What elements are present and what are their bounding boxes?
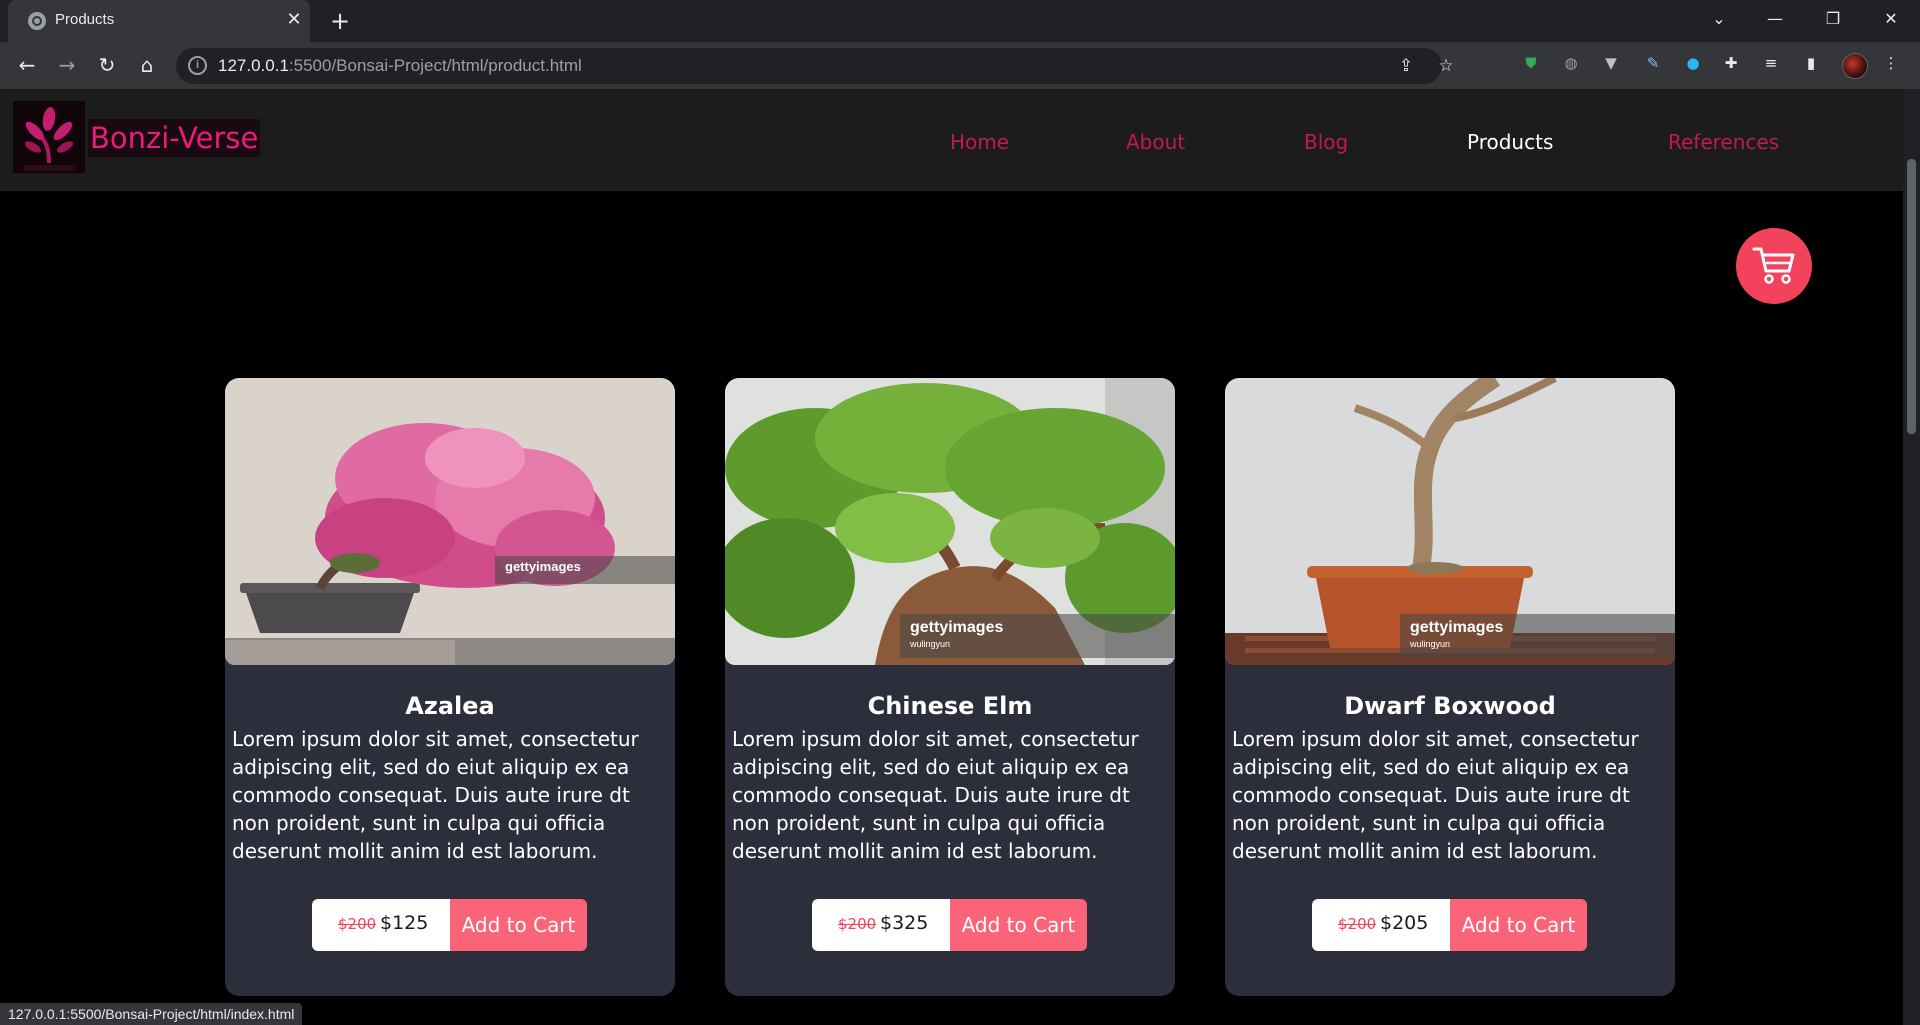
browser-toolbar: ← → ↻ ⌂ i 127.0.0.1:5500/Bonsai-Project/… bbox=[0, 42, 1920, 89]
shield-extension-icon[interactable]: ⛊ bbox=[1520, 54, 1542, 76]
product-image-azalea: gettyimages bbox=[225, 378, 675, 665]
page-viewport: Bonzi-Verse Home About Blog Products Ref… bbox=[0, 89, 1903, 1025]
browser-tabstrip: Products ✕ + ⌄ — ❐ ✕ bbox=[0, 0, 1920, 42]
globe-icon bbox=[28, 12, 46, 30]
product-card: gettyimages wulingyun Chinese Elm Lorem … bbox=[725, 378, 1175, 996]
share-icon[interactable]: ⇪ bbox=[1394, 54, 1418, 78]
close-window-button[interactable]: ✕ bbox=[1868, 0, 1914, 38]
address-bar[interactable]: i 127.0.0.1:5500/Bonsai-Project/html/pro… bbox=[176, 48, 1454, 84]
nav-about[interactable]: About bbox=[1126, 130, 1185, 154]
watermark: gettyimages bbox=[495, 556, 675, 584]
nav-blog[interactable]: Blog bbox=[1304, 130, 1348, 154]
status-bar-url: 127.0.0.1:5500/Bonsai-Project/html/index… bbox=[0, 1003, 303, 1025]
puzzle-extensions-icon[interactable]: ✚ bbox=[1720, 54, 1742, 76]
media-queue-icon[interactable]: ≡ bbox=[1760, 54, 1782, 76]
close-tab-icon[interactable]: ✕ bbox=[282, 8, 306, 32]
minimize-button[interactable]: — bbox=[1752, 0, 1798, 38]
add-to-cart-button[interactable]: Add to Cart bbox=[950, 899, 1087, 951]
shopping-cart-icon bbox=[1752, 247, 1795, 284]
product-image-dwarf-boxwood: gettyimages wulingyun bbox=[1225, 378, 1675, 665]
old-price: $200 bbox=[338, 915, 377, 933]
url-text[interactable]: 127.0.0.1:5500/Bonsai-Project/html/produ… bbox=[218, 56, 582, 76]
browser-tab[interactable]: Products ✕ bbox=[8, 0, 310, 42]
home-icon[interactable]: ⌂ bbox=[132, 50, 162, 80]
watermark: gettyimages wulingyun bbox=[1400, 614, 1675, 658]
old-price: $200 bbox=[1338, 915, 1377, 933]
nav-home[interactable]: Home bbox=[950, 130, 1009, 154]
bookmark-star-icon[interactable]: ☆ bbox=[1434, 54, 1458, 78]
eyedropper-extension-icon[interactable]: ✎ bbox=[1642, 54, 1664, 76]
cart-button[interactable] bbox=[1736, 228, 1812, 304]
product-description: Lorem ipsum dolor sit amet, consectetur … bbox=[232, 727, 639, 863]
price-box: $200 $125 bbox=[312, 899, 450, 951]
product-image-chinese-elm: gettyimages wulingyun bbox=[725, 378, 1175, 665]
droplet-extension-icon[interactable]: ● bbox=[1682, 54, 1704, 76]
globe-extension-icon[interactable]: ◍ bbox=[1560, 54, 1582, 76]
nav-references[interactable]: References bbox=[1668, 130, 1779, 154]
site-info-icon[interactable]: i bbox=[188, 56, 207, 75]
forward-icon[interactable]: → bbox=[52, 50, 82, 80]
menu-kebab-icon[interactable]: ⋮ bbox=[1880, 54, 1902, 76]
old-price: $200 bbox=[838, 915, 877, 933]
current-price: $325 bbox=[880, 912, 929, 934]
product-name: Chinese Elm bbox=[867, 692, 1033, 720]
scrollbar-thumb[interactable] bbox=[1907, 159, 1916, 434]
product-name: Dwarf Boxwood bbox=[1344, 692, 1556, 720]
side-panel-icon[interactable]: ▮ bbox=[1800, 54, 1822, 76]
watermark: gettyimages wulingyun bbox=[900, 614, 1175, 658]
tab-title: Products bbox=[55, 11, 115, 28]
price-box: $200 $325 bbox=[812, 899, 950, 951]
back-icon[interactable]: ← bbox=[12, 50, 42, 80]
brand-name[interactable]: Bonzi-Verse bbox=[88, 119, 261, 157]
tab-search-icon[interactable]: ⌄ bbox=[1696, 0, 1742, 38]
product-description: Lorem ipsum dolor sit amet, consectetur … bbox=[1232, 727, 1639, 863]
add-to-cart-button[interactable]: Add to Cart bbox=[450, 899, 587, 951]
product-card: gettyimages wulingyun Dwarf Boxwood Lore… bbox=[1225, 378, 1675, 996]
price-box: $200 $205 bbox=[1312, 899, 1450, 951]
product-name: Azalea bbox=[405, 692, 495, 720]
nav-products[interactable]: Products bbox=[1467, 130, 1553, 154]
page-scrollbar[interactable] bbox=[1903, 89, 1920, 1025]
restore-button[interactable]: ❐ bbox=[1810, 0, 1856, 38]
add-to-cart-button[interactable]: Add to Cart bbox=[1450, 899, 1587, 951]
reload-icon[interactable]: ↻ bbox=[92, 50, 122, 80]
current-price: $125 bbox=[380, 912, 429, 934]
bonsai-logo-icon[interactable] bbox=[13, 101, 85, 173]
current-price: $205 bbox=[1380, 912, 1429, 934]
product-description: Lorem ipsum dolor sit amet, consectetur … bbox=[732, 727, 1139, 863]
site-header: Bonzi-Verse Home About Blog Products Ref… bbox=[0, 89, 1903, 191]
profile-avatar[interactable] bbox=[1842, 53, 1868, 79]
new-tab-button[interactable]: + bbox=[326, 7, 354, 35]
product-card: gettyimages Azalea Lorem ipsum dolor sit… bbox=[225, 378, 675, 996]
vue-extension-icon[interactable]: ▼ bbox=[1600, 54, 1622, 76]
